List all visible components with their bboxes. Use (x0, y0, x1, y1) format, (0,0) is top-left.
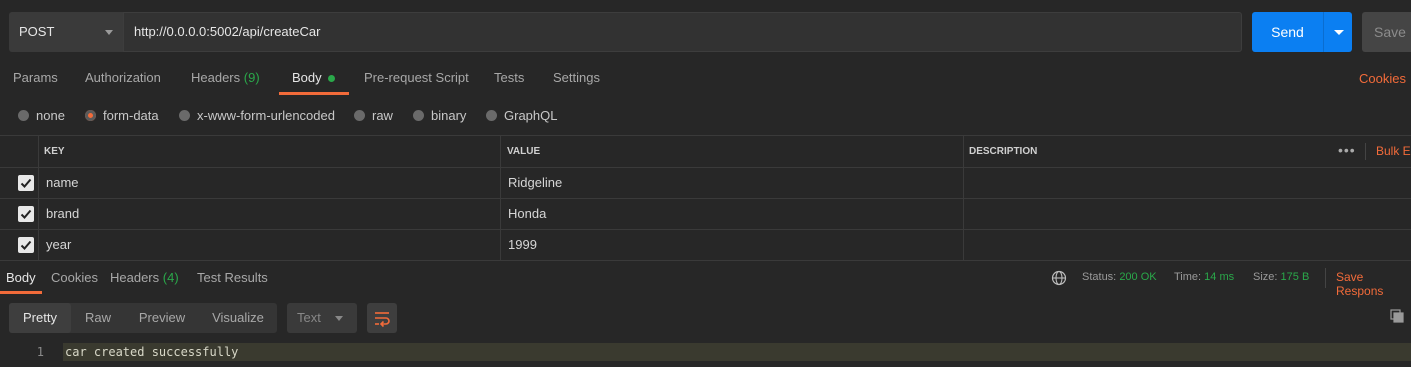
copy-icon[interactable] (1390, 309, 1404, 323)
tab-params[interactable]: Params (13, 70, 58, 94)
status-value: 200 OK (1119, 271, 1157, 283)
wrap-lines-icon (375, 312, 390, 328)
header-value: VALUE (507, 146, 541, 157)
value-cell[interactable]: 1999 (508, 229, 537, 260)
radio-label: raw (372, 108, 393, 123)
row-divider (0, 198, 1411, 199)
time-value: 14 ms (1204, 271, 1235, 283)
header-key: KEY (44, 146, 65, 157)
tab-pre-request-script[interactable]: Pre-request Script (364, 70, 469, 94)
response-body-text[interactable]: car created successfully (63, 343, 1411, 361)
response-tab-headers-label: Headers (110, 270, 160, 285)
tab-body-label: Body (292, 70, 322, 85)
active-tab-underline (0, 291, 42, 294)
radio-label: none (36, 108, 65, 123)
row-divider (0, 229, 1411, 230)
chevron-down-icon (1334, 30, 1344, 35)
row-checkbox[interactable] (18, 206, 34, 222)
check-icon (20, 240, 32, 250)
tab-headers-label: Headers (191, 70, 241, 85)
cookies-link[interactable]: Cookies (1359, 71, 1406, 86)
format-select[interactable]: Text (287, 303, 357, 333)
radio-x-www-form-urlencoded[interactable]: x-www-form-urlencoded (179, 108, 335, 124)
status-label: Status: (1082, 271, 1117, 283)
response-headers-count: (4) (162, 270, 179, 285)
bulk-edit-link[interactable]: Bulk E (1376, 136, 1411, 167)
tab-headers[interactable]: Headers (9) (191, 70, 260, 94)
time-label: Time: (1174, 271, 1202, 283)
tab-authorization[interactable]: Authorization (85, 70, 161, 94)
radio-dot-icon (18, 110, 29, 121)
response-tab-test-results[interactable]: Test Results (197, 270, 268, 285)
method-label: POST (19, 24, 55, 39)
header-description: DESCRIPTION (969, 146, 1038, 157)
radio-form-data[interactable]: form-data (85, 108, 159, 124)
response-tab-headers[interactable]: Headers (4) (110, 270, 179, 285)
response-tab-cookies[interactable]: Cookies (51, 270, 98, 285)
wrap-lines-button[interactable] (367, 303, 397, 333)
radio-label: form-data (103, 108, 159, 123)
active-tab-underline (279, 92, 349, 95)
check-icon (20, 209, 32, 219)
save-response-button[interactable]: Save Respons (1336, 270, 1411, 298)
divider (1325, 268, 1326, 288)
response-view-switcher: Pretty Raw Preview Visualize (9, 303, 277, 333)
form-data-table: KEY VALUE DESCRIPTION ••• Bulk E name Ri… (0, 135, 1411, 261)
response-tab-bar: Body Cookies Headers (4) Test Results St… (0, 260, 1411, 298)
send-options-button[interactable] (1323, 12, 1352, 52)
size-value: 175 B (1280, 271, 1310, 283)
check-icon (20, 178, 32, 188)
tab-body[interactable]: Body (292, 70, 335, 94)
radio-dot-icon (413, 110, 424, 121)
more-options-icon[interactable]: ••• (1338, 136, 1356, 164)
globe-icon[interactable] (1051, 270, 1067, 286)
time-readout: Time: 14 ms (1174, 271, 1234, 283)
view-visualize[interactable]: Visualize (199, 303, 277, 333)
value-cell[interactable]: Honda (508, 198, 546, 229)
radio-none[interactable]: none (18, 108, 65, 124)
value-cell[interactable]: Ridgeline (508, 167, 562, 198)
tab-settings[interactable]: Settings (553, 70, 600, 94)
chevron-down-icon (335, 316, 343, 321)
header-divider (1365, 143, 1366, 160)
chevron-down-icon (105, 30, 113, 35)
radio-dot-icon (486, 110, 497, 121)
send-button[interactable]: Send (1252, 12, 1323, 52)
method-select[interactable]: POST (9, 12, 123, 52)
tab-tests[interactable]: Tests (494, 70, 524, 94)
radio-binary[interactable]: binary (413, 108, 466, 124)
key-cell[interactable]: brand (46, 198, 79, 229)
response-tab-body[interactable]: Body (6, 270, 36, 285)
row-checkbox[interactable] (18, 175, 34, 191)
key-cell[interactable]: name (46, 167, 79, 198)
radio-dot-icon (354, 110, 365, 121)
radio-label: GraphQL (504, 108, 558, 123)
line-number: 1 (36, 345, 44, 359)
size-readout: Size: 175 B (1253, 271, 1309, 283)
key-cell[interactable]: year (46, 229, 71, 260)
size-label: Size: (1253, 271, 1278, 283)
url-input[interactable]: http://0.0.0.0:5002/api/createCar (123, 12, 1242, 52)
radio-graphql[interactable]: GraphQL (486, 108, 557, 124)
radio-label: x-www-form-urlencoded (197, 108, 335, 123)
view-pretty[interactable]: Pretty (9, 303, 71, 333)
view-preview[interactable]: Preview (125, 303, 199, 333)
format-label: Text (297, 310, 321, 325)
status-readout: Status: 200 OK (1082, 271, 1157, 283)
body-indicator-dot (327, 75, 335, 83)
view-raw[interactable]: Raw (71, 303, 125, 333)
radio-selected-icon (85, 110, 96, 121)
headers-count: (9) (243, 70, 260, 85)
row-checkbox[interactable] (18, 237, 34, 253)
radio-label: binary (431, 108, 467, 123)
radio-dot-icon (179, 110, 190, 121)
radio-raw[interactable]: raw (354, 108, 393, 124)
row-divider (0, 167, 1411, 168)
save-button[interactable]: Save (1362, 12, 1411, 52)
